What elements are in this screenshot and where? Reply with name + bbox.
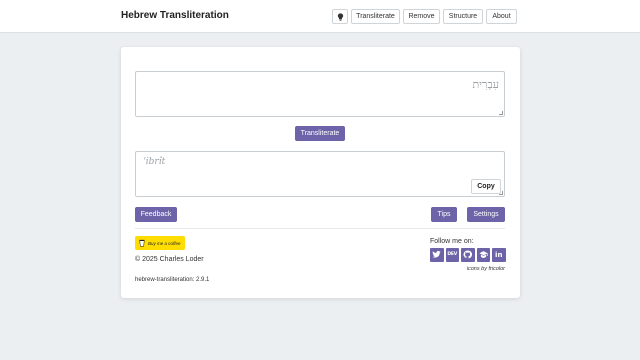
linkedin-link[interactable]: in xyxy=(492,248,506,262)
main-card: עִבְרִית Transliterate ʿibrît Copy Feedb… xyxy=(121,47,520,298)
graduation-cap-icon xyxy=(479,251,488,259)
nav-transliterate[interactable]: Transliterate xyxy=(351,9,400,24)
transliterate-button[interactable]: Transliterate xyxy=(295,126,345,141)
tips-button[interactable]: Tips xyxy=(431,207,457,222)
social-links: DEV in xyxy=(430,248,506,262)
nav-structure[interactable]: Structure xyxy=(443,9,483,24)
transliteration-output[interactable]: ʿibrît xyxy=(135,151,505,197)
theme-toggle-button[interactable] xyxy=(332,9,348,24)
feedback-button[interactable]: Feedback xyxy=(135,207,177,222)
settings-button[interactable]: Settings xyxy=(467,207,505,222)
lightbulb-icon xyxy=(337,12,343,21)
icons-credit: icons by fricolor xyxy=(466,266,505,272)
twitter-icon xyxy=(432,251,441,258)
top-navbar: Hebrew Transliteration Transliterate Rem… xyxy=(0,0,640,33)
divider xyxy=(135,228,505,229)
hebrew-input-placeholder: עִבְרִית xyxy=(472,78,499,91)
copy-button[interactable]: Copy xyxy=(471,179,501,194)
version-text: hebrew-transliteration: 2.9.1 xyxy=(135,277,210,283)
nav-about[interactable]: About xyxy=(486,9,517,24)
coffee-cup-icon xyxy=(139,239,145,247)
academic-link[interactable] xyxy=(476,248,490,262)
app-title[interactable]: Hebrew Transliteration xyxy=(121,10,229,21)
coffee-label: Buy me a coffee xyxy=(148,240,181,246)
copyright-text: © 2025 Charles Loder xyxy=(135,256,204,263)
buy-me-a-coffee-button[interactable]: Buy me a coffee xyxy=(135,236,185,250)
output-placeholder: ʿibrît xyxy=(143,157,166,167)
dev-icon: DEV xyxy=(447,252,458,258)
nav-remove[interactable]: Remove xyxy=(403,9,440,24)
hebrew-input[interactable]: עִבְרִית xyxy=(135,71,505,117)
github-link[interactable] xyxy=(461,248,475,262)
twitter-link[interactable] xyxy=(430,248,444,262)
dev-link[interactable]: DEV xyxy=(445,248,459,262)
linkedin-icon: in xyxy=(495,250,503,259)
follow-label: Follow me on: xyxy=(430,238,474,245)
github-icon xyxy=(463,250,473,259)
resize-handle[interactable] xyxy=(499,111,503,115)
